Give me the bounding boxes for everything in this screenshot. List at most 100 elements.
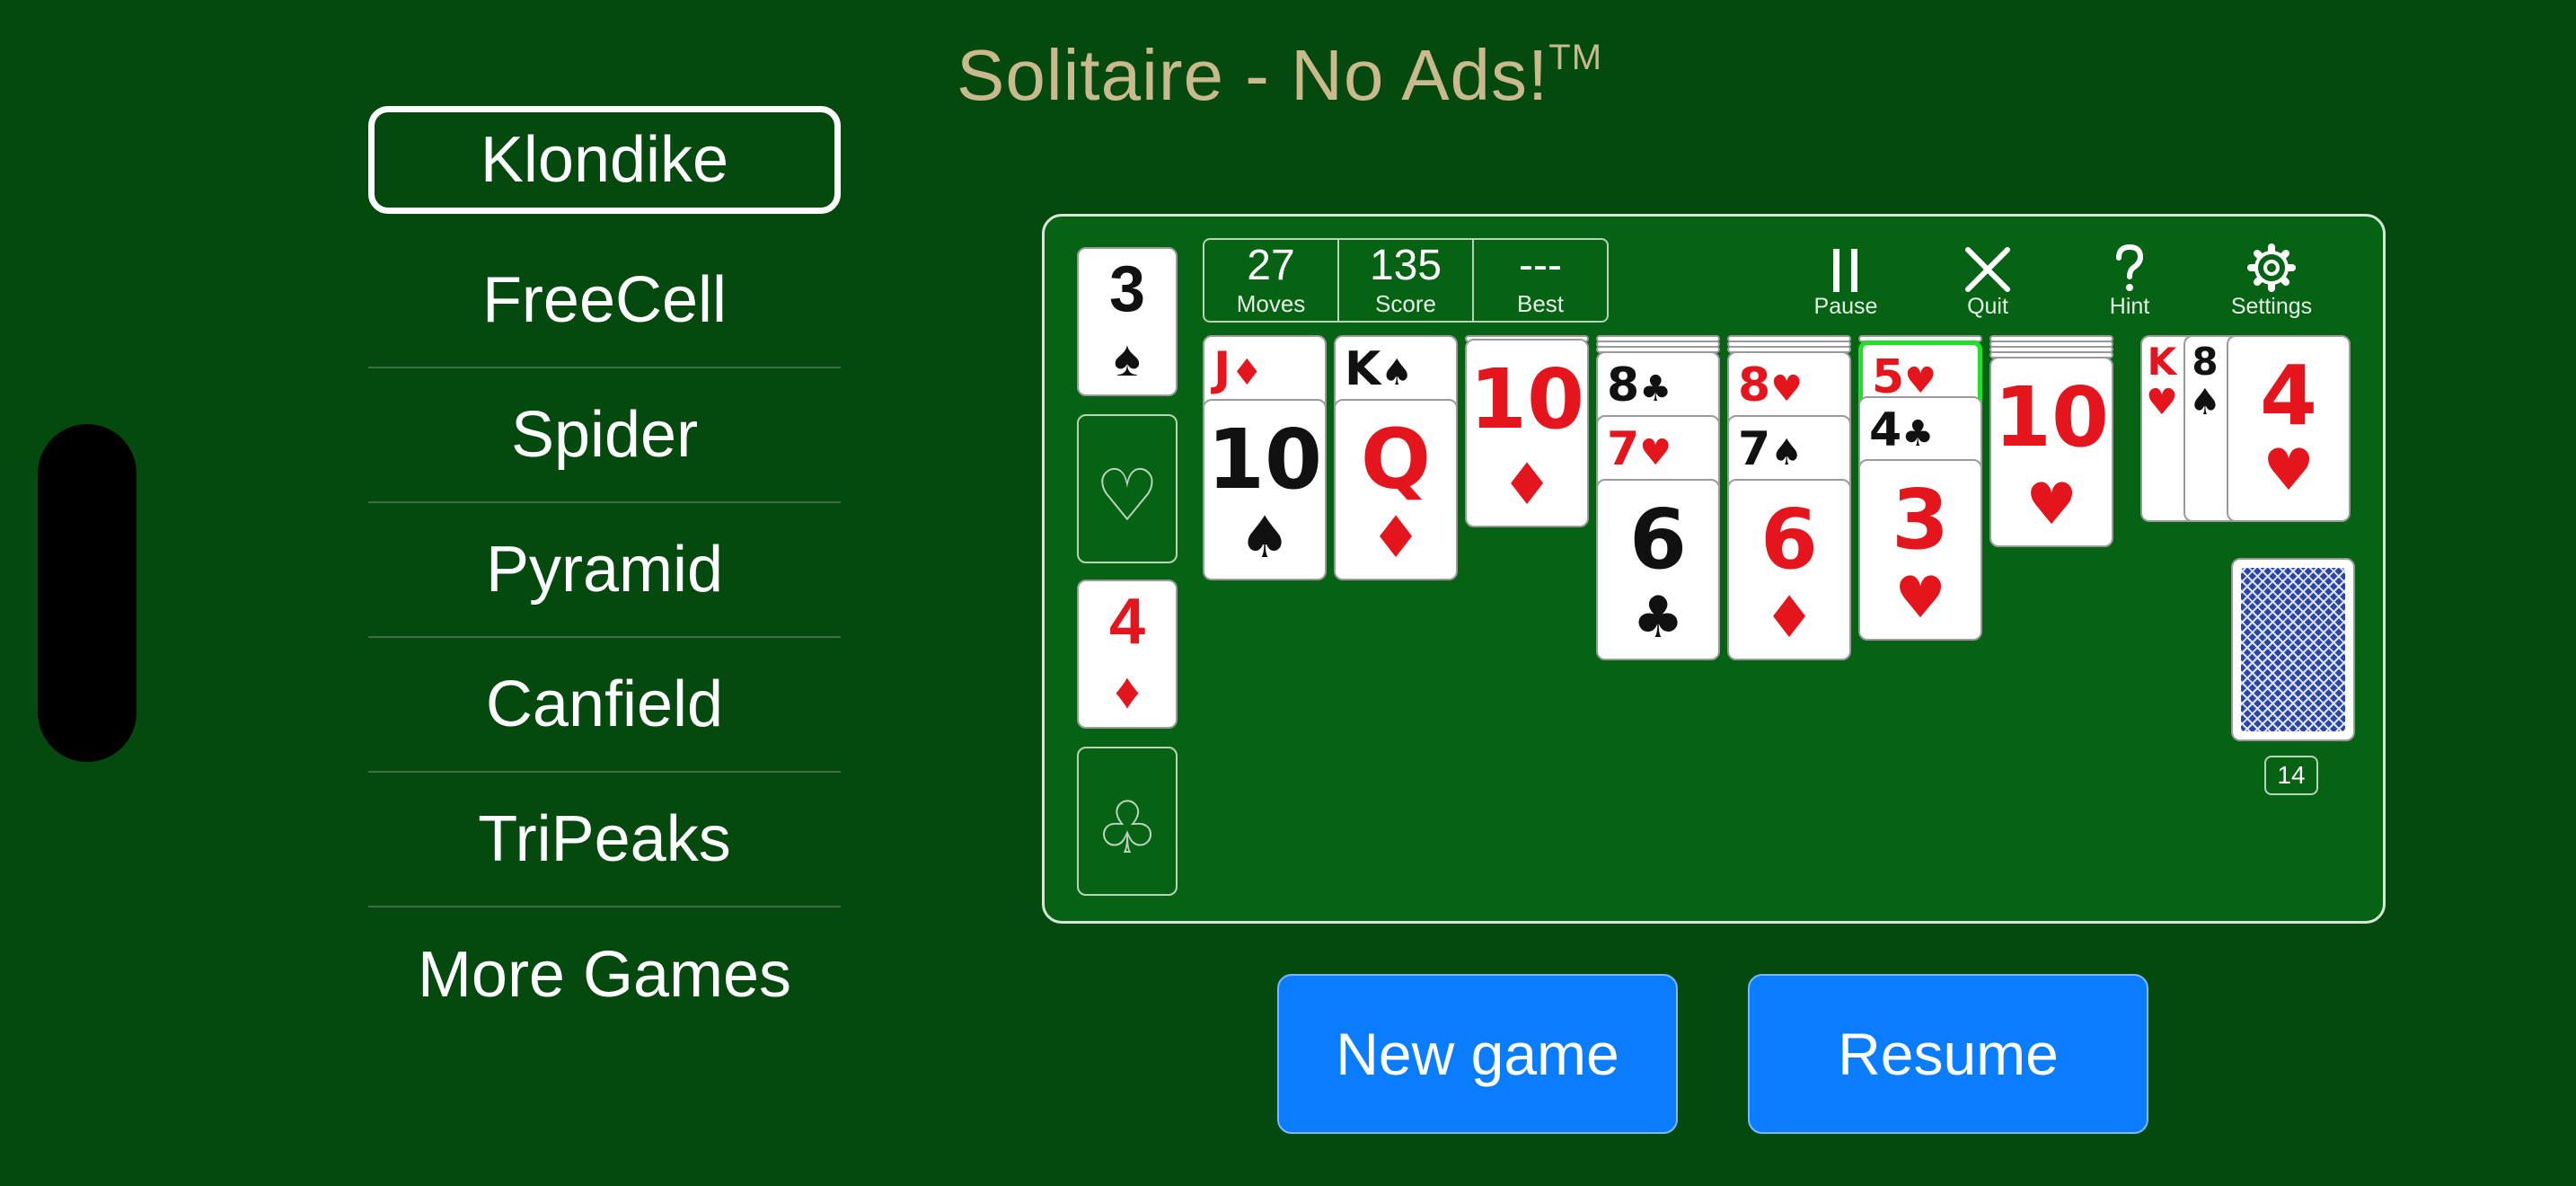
card-rank: 4 [2259,348,2317,444]
card-rank: K [2147,340,2177,384]
diamond-icon: ♦ [1501,452,1553,518]
stock-count-badge: 14 [2264,756,2318,795]
menu-item-more-games[interactable]: More Games [368,907,841,1042]
spade-icon: ♠ [1381,352,1414,394]
card-rank: 4 [1108,586,1146,658]
gear-icon [2218,238,2325,294]
best-value: --- [1519,242,1562,289]
card-rank: 10 [1993,369,2110,465]
score-label: Score [1375,290,1436,317]
hint-button[interactable]: Hint [2076,238,2183,320]
card-corner: 7♠ [1738,422,1803,476]
foundation-diamonds[interactable]: 4 ♦ [1077,580,1178,729]
card-corner: K♠ [1345,342,1413,396]
settings-button[interactable]: Settings [2218,238,2325,320]
card-rank: 8 [2192,340,2219,384]
close-icon [1934,238,2042,294]
side-grabber [38,424,137,762]
game-menu: Klondike FreeCell Spider Pyramid Canfiel… [368,106,841,1042]
diamond-icon: ♦ [1231,352,1264,394]
app-title: Solitaire - No Ads!TM [957,34,1602,117]
foundation-empty-hearts[interactable]: ♡ [1077,414,1178,563]
pause-button[interactable]: Pause [1792,238,1900,320]
card-3-hearts[interactable]: 3 ♥ [1858,459,1982,641]
card-rank: 8 [1738,358,1771,412]
menu-item-canfield[interactable]: Canfield [368,638,841,773]
card-corner: K ♥ [2146,340,2178,423]
score-stat: 135 Score [1339,240,1474,321]
heart-icon: ♥ [1639,432,1672,474]
club-icon: ♣ [1639,368,1672,410]
menu-item-freecell[interactable]: FreeCell [368,234,841,368]
game-preview-board[interactable]: 3 ♠ ♡ 4 ♦ ♧ 27 Moves 135 Score --- Best Pau… [1042,214,2386,924]
card-q-diamonds[interactable]: Q ♦ [1334,399,1458,580]
best-stat: --- Best [1474,240,1607,321]
card-corner: 8♥ [1738,358,1803,412]
spade-icon: ♠ [1770,432,1804,474]
heart-icon: ♥ [1770,368,1804,410]
heart-outline-icon: ♡ [1095,456,1160,535]
heart-icon: ♥ [1894,565,1946,632]
diamond-icon: ♦ [1763,585,1815,651]
spade-icon: ♠ [1114,330,1141,386]
spade-icon: ♠ [2189,382,2221,423]
app-title-text: Solitaire - No Ads! [957,35,1549,115]
waste-card-4-hearts[interactable]: 4 ♥ [2227,335,2351,522]
card-corner: J♦ [1213,342,1263,396]
menu-item-spider[interactable]: Spider [368,368,841,503]
menu-item-tripeaks[interactable]: TriPeaks [368,773,841,907]
menu-item-klondike[interactable]: Klondike [368,106,841,214]
card-corner: 8 ♠ [2189,340,2221,423]
menu-item-pyramid[interactable]: Pyramid [368,503,841,638]
score-value: 135 [1369,242,1442,289]
settings-label: Settings [2230,294,2313,319]
hint-label: Hint [2109,294,2150,319]
question-mark-icon [2076,238,2183,294]
trademark-mark: TM [1548,38,1603,77]
foundation-empty-clubs[interactable]: ♧ [1077,747,1178,896]
card-rank: K [1345,342,1381,396]
heart-icon: ♥ [2025,472,2078,538]
card-rank: 10 [1469,351,1585,447]
card-rank: 3 [1891,472,1949,568]
pause-icon [1792,238,1900,294]
diamond-icon: ♦ [1114,662,1141,719]
resume-button[interactable]: Resume [1748,974,2148,1134]
spade-icon: ♠ [1239,505,1291,571]
stock-pile[interactable] [2231,558,2355,741]
card-rank: J [1213,342,1231,396]
card-rank: 8 [1607,358,1640,412]
card-back-pattern [2241,568,2345,731]
card-corner: 8♣ [1607,358,1672,412]
quit-button[interactable]: Quit [1934,238,2042,320]
diamond-icon: ♦ [1370,505,1422,571]
moves-label: Moves [1236,290,1306,317]
card-10-diamonds[interactable]: 10 ♦ [1465,339,1589,527]
stats-panel: 27 Moves 135 Score --- Best [1203,238,1609,323]
card-rank: 7 [1738,422,1771,476]
club-icon: ♣ [1901,413,1935,455]
card-6-clubs[interactable]: 6 ♣ [1596,479,1720,660]
card-rank: 6 [1628,491,1687,588]
card-rank: Q [1360,412,1432,508]
card-10-spades[interactable]: 10 ♠ [1203,399,1327,580]
heart-icon: ♥ [2146,382,2178,423]
foundation-spades[interactable]: 3 ♠ [1077,247,1178,396]
moves-stat: 27 Moves [1204,240,1339,321]
card-10-hearts[interactable]: 10 ♥ [1989,357,2113,547]
best-label: Best [1516,290,1565,317]
club-outline-icon: ♧ [1095,788,1160,868]
pause-label: Pause [1813,294,1878,319]
card-rank: 10 [1206,412,1323,508]
card-rank: 7 [1607,422,1640,476]
new-game-button[interactable]: New game [1277,974,1678,1134]
quit-label: Quit [1967,294,2008,319]
club-icon: ♣ [1632,585,1684,651]
card-6-diamonds[interactable]: 6 ♦ [1727,479,1851,660]
heart-icon: ♥ [2263,438,2315,504]
moves-value: 27 [1247,242,1295,289]
card-rank: 3 [1108,253,1146,325]
card-rank: 4 [1869,403,1902,457]
card-corner: 4♣ [1869,403,1934,457]
card-rank: 6 [1760,491,1818,588]
